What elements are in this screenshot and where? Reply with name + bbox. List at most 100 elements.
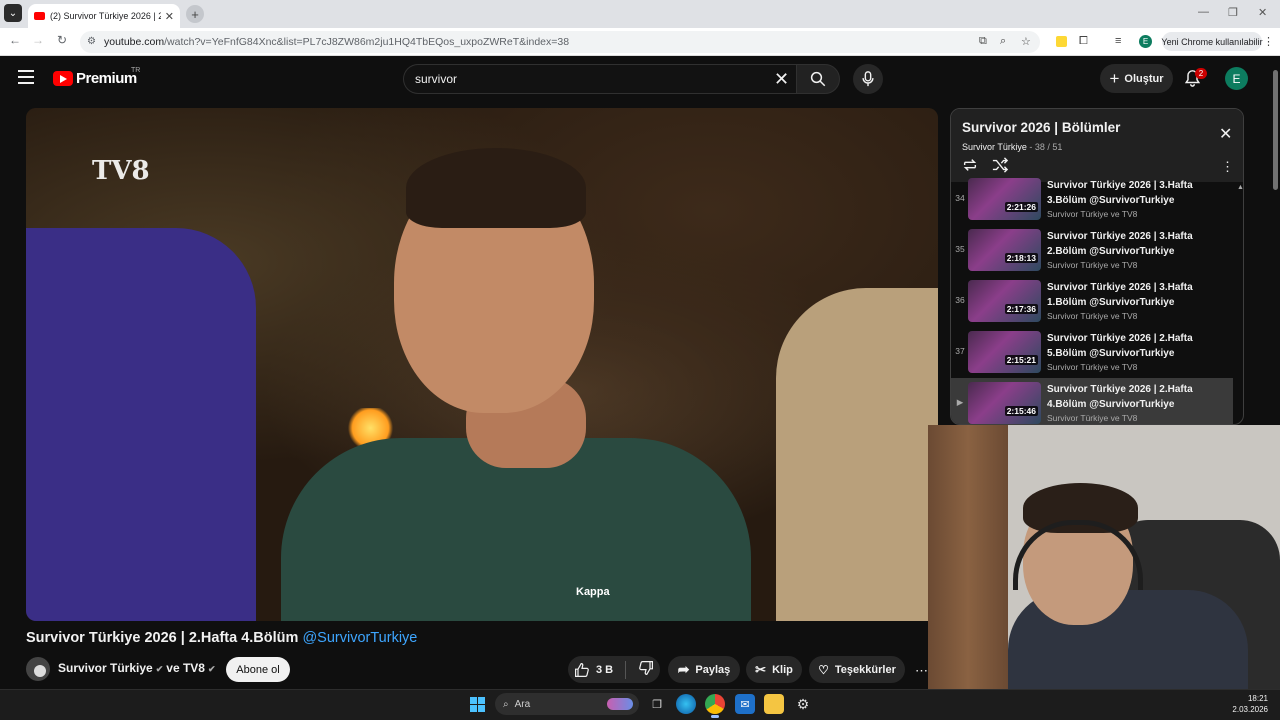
page-scrollbar-thumb[interactable] <box>1273 70 1278 190</box>
forward-arrow-icon[interactable]: → <box>30 33 46 47</box>
channel-name[interactable]: Survivor Türkiye <box>58 661 153 675</box>
close-playlist-icon[interactable]: ✕ <box>1219 124 1232 144</box>
channel-avatar[interactable] <box>26 657 50 681</box>
search-button[interactable] <box>796 64 840 94</box>
share-button[interactable]: ➦ Paylaş <box>668 656 740 683</box>
voice-search-button[interactable] <box>853 64 883 94</box>
minimize-window-icon[interactable]: — <box>1198 6 1209 18</box>
region-code: TR <box>131 67 141 74</box>
mail-app-icon[interactable]: ✉ <box>735 694 755 714</box>
playlist-subtitle: Survivor Türkiye - 38 / 51 <box>962 142 1063 152</box>
playlist-item-thumbnail: 2:15:21 <box>968 331 1041 373</box>
channel-collab[interactable]: ve TV8 <box>166 661 205 675</box>
playlist-item-title: Survivor Türkiye 2026 | 3.Hafta 3.Bölüm … <box>1047 180 1193 206</box>
playlist-item[interactable]: 35 2:18:13 Survivor Türkiye 2026 | 3.Haf… <box>951 225 1233 276</box>
playlist-item-channel: Survivor Türkiye ve TV8 <box>1047 260 1138 270</box>
address-bar[interactable]: youtube.com/watch?v=YeFnfG84Xnc&list=PL7… <box>80 31 1040 53</box>
playlist-title[interactable]: Survivor 2026 | Bölümler <box>962 120 1120 135</box>
account-avatar[interactable]: E <box>1225 67 1248 90</box>
new-tab-button[interactable]: + <box>186 5 204 23</box>
taskbar-search-label: Ara <box>514 698 531 710</box>
plus-icon: + <box>1109 68 1120 88</box>
playlist-item-channel: Survivor Türkiye ve TV8 <box>1047 413 1138 423</box>
bookmark-star-icon[interactable]: ☆ <box>1021 35 1031 48</box>
install-app-icon[interactable]: ⧉ <box>979 35 987 48</box>
taskbar-time: 18:21 <box>1247 694 1268 703</box>
playlist-item[interactable]: 36 2:17:36 Survivor Türkiye 2026 | 3.Haf… <box>951 276 1233 327</box>
thumbs-down-icon <box>639 661 654 676</box>
extensions-puzzle-icon[interactable]: ⧠ <box>1079 35 1088 48</box>
playlist-item[interactable]: 34 2:21:26 Survivor Türkiye 2026 | 3.Haf… <box>951 174 1233 225</box>
taskbar-date: 2.03.2026 <box>1232 705 1268 714</box>
subscribe-button[interactable]: Abone ol <box>226 657 290 682</box>
settings-gear-icon[interactable]: ⚙ <box>793 694 813 714</box>
playlist-item-thumbnail: 2:15:46 <box>968 382 1041 424</box>
verified-check-icon: ✔ <box>155 664 164 674</box>
site-info-icon[interactable]: ⚙ <box>87 36 96 47</box>
share-label: Paylaş <box>695 663 731 676</box>
file-explorer-icon[interactable] <box>764 694 784 714</box>
url-host: youtube.com <box>104 36 165 48</box>
playlist-items: 34 2:21:26 Survivor Türkiye 2026 | 3.Haf… <box>951 178 1243 424</box>
close-window-icon[interactable]: ✕ <box>1258 6 1267 19</box>
playlist-item-duration: 2:15:46 <box>1004 406 1038 416</box>
reading-list-icon[interactable]: ≡ <box>1115 35 1121 47</box>
playlist-item-index: 34 <box>955 193 965 203</box>
windows-taskbar <box>0 689 1280 720</box>
restore-window-icon[interactable]: ❐ <box>1228 6 1238 19</box>
channel-name-line[interactable]: Survivor Türkiye ✔ ve TV8 ✔ <box>58 661 219 675</box>
video-player[interactable]: TV8 Kappa <box>26 108 938 621</box>
clip-button[interactable]: ✂ Klip <box>746 656 802 683</box>
windows-start-icon[interactable] <box>470 697 485 712</box>
share-arrow-icon: ➦ <box>677 661 690 677</box>
youtube-logo-icon[interactable] <box>53 71 73 86</box>
thumbs-up-icon <box>574 662 589 677</box>
playlist-item-duration: 2:21:26 <box>1004 202 1038 212</box>
search-input[interactable]: survivor <box>403 64 796 94</box>
guide-menu-icon[interactable] <box>18 70 34 84</box>
scissors-icon: ✂ <box>755 661 767 677</box>
playlist-item-title: Survivor Türkiye 2026 | 3.Hafta 1.Bölüm … <box>1047 282 1193 308</box>
youtube-premium-wordmark[interactable]: Premium <box>76 70 137 87</box>
clear-search-icon[interactable]: ✕ <box>774 69 789 90</box>
dislike-button[interactable] <box>638 660 654 679</box>
playlist-item-index: 37 <box>955 346 965 356</box>
playlist-owner[interactable]: Survivor Türkiye <box>962 142 1027 152</box>
chrome-update-button[interactable]: Yeni Chrome kullanılabilir <box>1161 32 1263 51</box>
chrome-profile-avatar[interactable]: E <box>1139 35 1152 48</box>
taskbar-search[interactable]: ⌕ Ara <box>495 693 639 715</box>
thanks-heart-icon: ♡ <box>818 662 829 677</box>
task-view-icon[interactable]: ❐ <box>647 694 667 714</box>
playlist-item-duration: 2:15:21 <box>1004 355 1038 365</box>
tab-search-button[interactable]: ⌄ <box>4 4 22 22</box>
chrome-browser-icon[interactable] <box>705 694 725 714</box>
extension-icon[interactable] <box>1056 36 1067 47</box>
playlist-more-icon[interactable]: ⋮ <box>1221 159 1234 175</box>
create-button[interactable]: + Oluştur <box>1100 64 1173 93</box>
thanks-label: Teşekkürler <box>834 663 896 676</box>
reload-icon[interactable]: ↻ <box>54 33 70 47</box>
browser-tab-active[interactable]: (2) Survivor Türkiye 2026 | 2.Haft ✕ <box>28 4 180 28</box>
playlist-item-title: Survivor Türkiye 2026 | 2.Hafta 4.Bölüm … <box>1047 384 1193 410</box>
like-button[interactable]: 3 B <box>574 662 613 678</box>
tab-close-icon[interactable]: ✕ <box>165 10 174 23</box>
taskbar-clock[interactable]: 18:21 2.03.2026 <box>1220 693 1268 715</box>
edge-browser-icon[interactable] <box>676 694 696 714</box>
more-actions-icon[interactable]: ⋯ <box>915 663 928 679</box>
youtube-favicon-icon <box>34 12 45 20</box>
chrome-menu-icon[interactable]: ⋮ <box>1263 35 1274 48</box>
playlist-item-current[interactable]: ▶ 2:15:46 Survivor Türkiye 2026 | 2.Haft… <box>951 378 1233 424</box>
search-highlight-icon <box>607 698 633 710</box>
like-count: 3 B <box>595 663 614 676</box>
thanks-button[interactable]: ♡ Teşekkürler <box>809 656 905 683</box>
playlist-item-channel: Survivor Türkiye ve TV8 <box>1047 209 1138 219</box>
video-person-center-hair <box>406 148 586 228</box>
video-title-handle-link[interactable]: @SurvivorTurkiye <box>302 630 417 646</box>
zoom-icon[interactable]: ⌕ <box>1000 35 1006 48</box>
playlist-item-title: Survivor Türkiye 2026 | 2.Hafta 5.Bölüm … <box>1047 333 1193 359</box>
back-arrow-icon[interactable]: ← <box>7 33 23 47</box>
create-label: Oluştur <box>1124 72 1164 85</box>
playlist-item[interactable]: 37 2:15:21 Survivor Türkiye 2026 | 2.Haf… <box>951 327 1233 378</box>
webcam-overlay <box>928 425 1280 689</box>
like-separator <box>625 660 627 679</box>
